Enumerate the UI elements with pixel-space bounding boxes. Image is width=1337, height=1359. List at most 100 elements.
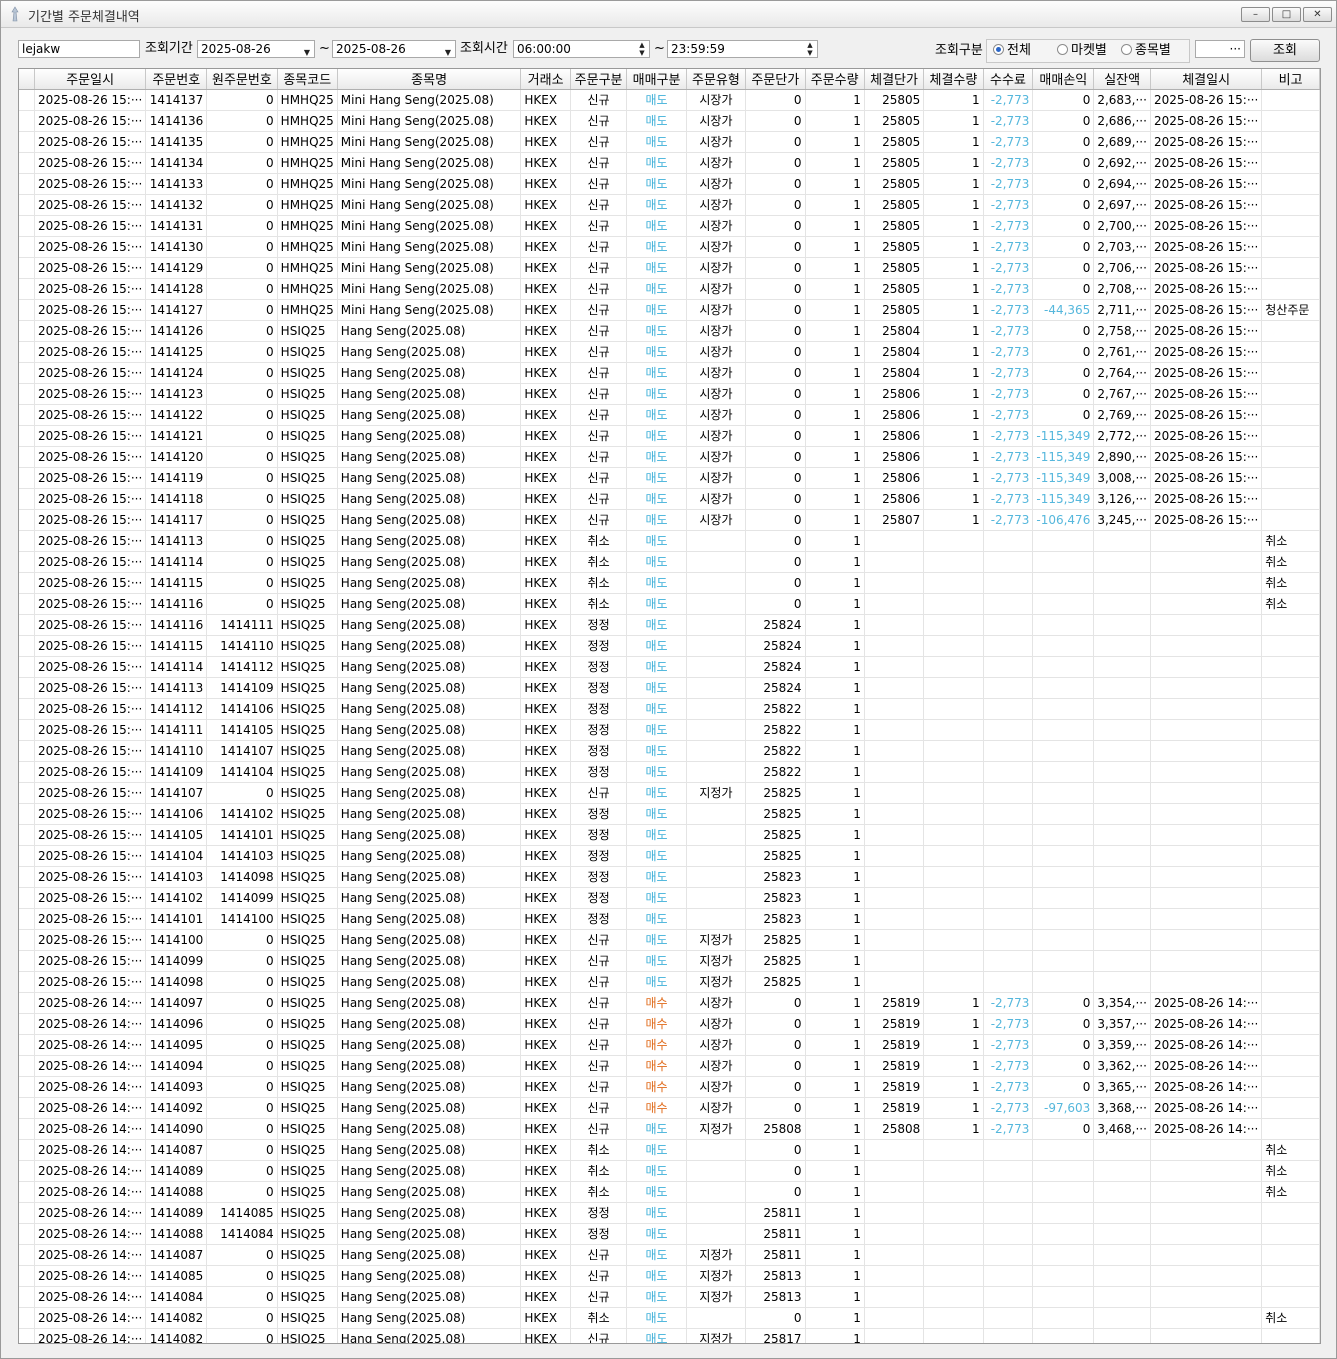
close-button[interactable]: ✕	[1303, 7, 1332, 22]
table-row[interactable]: 2025-08-26 15:··· 1414102 1414099 HSIQ25 Han…	[19, 887, 1320, 909]
row-selector[interactable]	[19, 719, 35, 741]
spin-arrows-icon[interactable]: ▲ ▼	[805, 41, 815, 57]
table-row[interactable]: 2025-08-26 15:··· 1414127 0 HMHQ25 Mini Hang…	[19, 299, 1320, 321]
row-selector[interactable]	[19, 1286, 35, 1308]
account-input[interactable]: lejakw	[18, 40, 140, 58]
row-selector[interactable]	[19, 929, 35, 951]
table-row[interactable]: 2025-08-26 15:··· 1414115 0 HSIQ25 Hang Seng…	[19, 572, 1320, 594]
table-row[interactable]: 2025-08-26 15:··· 1414124 0 HSIQ25 Hang Seng…	[19, 362, 1320, 384]
row-selector[interactable]	[19, 257, 35, 279]
table-row[interactable]: 2025-08-26 15:··· 1414107 0 HSIQ25 Hang Seng…	[19, 782, 1320, 804]
table-row[interactable]: 2025-08-26 15:··· 1414100 0 HSIQ25 Hang Seng…	[19, 929, 1320, 951]
row-selector[interactable]	[19, 1097, 35, 1119]
table-row[interactable]: 2025-08-26 14:··· 1414092 0 HSIQ25 Hang Seng…	[19, 1097, 1320, 1119]
row-selector[interactable]	[19, 383, 35, 405]
row-selector[interactable]	[19, 446, 35, 468]
row-selector[interactable]	[19, 488, 35, 510]
row-selector[interactable]	[19, 131, 35, 153]
table-row[interactable]: 2025-08-26 14:··· 1414093 0 HSIQ25 Hang Seng…	[19, 1076, 1320, 1098]
table-row[interactable]: 2025-08-26 14:··· 1414096 0 HSIQ25 Hang Seng…	[19, 1013, 1320, 1035]
row-selector[interactable]	[19, 656, 35, 678]
column-header[interactable]: 주문구분	[570, 69, 628, 90]
table-row[interactable]: 2025-08-26 15:··· 1414109 1414104 HSIQ25 Han…	[19, 761, 1320, 783]
table-row[interactable]: 2025-08-26 15:··· 1414117 0 HSIQ25 Hang Seng…	[19, 509, 1320, 531]
table-row[interactable]: 2025-08-26 14:··· 1414088 1414084 HSIQ25 Han…	[19, 1223, 1320, 1245]
column-header[interactable]: 종목코드	[277, 69, 338, 90]
table-row[interactable]: 2025-08-26 15:··· 1414110 1414107 HSIQ25 Han…	[19, 740, 1320, 762]
row-selector[interactable]	[19, 1244, 35, 1266]
table-row[interactable]: 2025-08-26 15:··· 1414104 1414103 HSIQ25 Han…	[19, 845, 1320, 867]
column-header[interactable]: 거래소	[520, 69, 571, 90]
row-selector[interactable]	[19, 320, 35, 342]
table-row[interactable]: 2025-08-26 15:··· 1414119 0 HSIQ25 Hang Seng…	[19, 467, 1320, 489]
row-selector[interactable]	[19, 362, 35, 384]
radio-market[interactable]: 마켓별	[1057, 44, 1107, 58]
table-row[interactable]: 2025-08-26 15:··· 1414114 0 HSIQ25 Hang Seng…	[19, 551, 1320, 573]
radio-symbol[interactable]: 종목별	[1121, 44, 1171, 58]
row-selector[interactable]	[19, 299, 35, 321]
table-row[interactable]: 2025-08-26 14:··· 1414082 0 HSIQ25 Hang Seng…	[19, 1328, 1320, 1343]
row-selector[interactable]	[19, 1139, 35, 1161]
row-selector[interactable]	[19, 1076, 35, 1098]
column-header[interactable]: 비고	[1261, 69, 1320, 90]
table-row[interactable]: 2025-08-26 15:··· 1414120 0 HSIQ25 Hang Seng…	[19, 446, 1320, 468]
table-row[interactable]: 2025-08-26 15:··· 1414123 0 HSIQ25 Hang Seng…	[19, 383, 1320, 405]
table-row[interactable]: 2025-08-26 15:··· 1414099 0 HSIQ25 Hang Seng…	[19, 950, 1320, 972]
row-selector[interactable]	[19, 278, 35, 300]
table-row[interactable]: 2025-08-26 14:··· 1414087 0 HSIQ25 Hang Seng…	[19, 1244, 1320, 1266]
column-header[interactable]: 체결일시	[1150, 69, 1263, 90]
row-selector[interactable]	[19, 614, 35, 636]
table-row[interactable]: 2025-08-26 15:··· 1414113 1414109 HSIQ25 Han…	[19, 677, 1320, 699]
row-selector[interactable]	[19, 698, 35, 720]
row-selector[interactable]	[19, 404, 35, 426]
table-row[interactable]: 2025-08-26 15:··· 1414115 1414110 HSIQ25 Han…	[19, 635, 1320, 657]
row-selector[interactable]	[19, 467, 35, 489]
row-selector[interactable]	[19, 950, 35, 972]
table-row[interactable]: 2025-08-26 15:··· 1414121 0 HSIQ25 Hang Seng…	[19, 425, 1320, 447]
column-header[interactable]: 수수료	[983, 69, 1034, 90]
date-to-dropdown[interactable]: 2025-08-26 ▼	[332, 40, 456, 58]
row-selector[interactable]	[19, 1202, 35, 1224]
row-selector[interactable]	[19, 761, 35, 783]
table-row[interactable]: 2025-08-26 15:··· 1414111 1414105 HSIQ25 Han…	[19, 719, 1320, 741]
table-row[interactable]: 2025-08-26 15:··· 1414103 1414098 HSIQ25 Han…	[19, 866, 1320, 888]
row-selector[interactable]	[19, 110, 35, 132]
table-row[interactable]: 2025-08-26 14:··· 1414089 1414085 HSIQ25 Han…	[19, 1202, 1320, 1224]
table-row[interactable]: 2025-08-26 15:··· 1414101 1414100 HSIQ25 Han…	[19, 908, 1320, 930]
table-row[interactable]: 2025-08-26 14:··· 1414082 0 HSIQ25 Hang Seng…	[19, 1307, 1320, 1329]
column-header[interactable]: 매매구분	[626, 69, 687, 90]
table-row[interactable]: 2025-08-26 15:··· 1414135 0 HMHQ25 Mini Hang…	[19, 131, 1320, 153]
table-row[interactable]: 2025-08-26 15:··· 1414132 0 HMHQ25 Mini Hang…	[19, 194, 1320, 216]
row-selector[interactable]	[19, 173, 35, 195]
row-selector[interactable]	[19, 509, 35, 531]
row-selector[interactable]	[19, 887, 35, 909]
row-selector[interactable]	[19, 1223, 35, 1245]
radio-all[interactable]: 전체	[993, 44, 1031, 58]
row-selector[interactable]	[19, 551, 35, 573]
table-row[interactable]: 2025-08-26 15:··· 1414118 0 HSIQ25 Hang Seng…	[19, 488, 1320, 510]
column-header[interactable]: 주문유형	[686, 69, 747, 90]
table-row[interactable]: 2025-08-26 15:··· 1414133 0 HMHQ25 Mini Hang…	[19, 173, 1320, 195]
time-to-stepper[interactable]: 23:59:59 ▲ ▼	[667, 40, 818, 58]
query-button[interactable]: 조회	[1250, 39, 1320, 62]
column-header[interactable]: 체결수량	[923, 69, 984, 90]
table-row[interactable]: 2025-08-26 14:··· 1414089 0 HSIQ25 Hang Seng…	[19, 1160, 1320, 1182]
symbol-picker-button[interactable]: ···	[1195, 40, 1245, 58]
row-selector[interactable]	[19, 1118, 35, 1140]
row-selector[interactable]	[19, 530, 35, 552]
table-row[interactable]: 2025-08-26 15:··· 1414126 0 HSIQ25 Hang Seng…	[19, 320, 1320, 342]
row-selector[interactable]	[19, 1328, 35, 1343]
table-row[interactable]: 2025-08-26 15:··· 1414131 0 HMHQ25 Mini Hang…	[19, 215, 1320, 237]
column-header[interactable]: 주문일시	[34, 69, 147, 90]
table-row[interactable]: 2025-08-26 15:··· 1414105 1414101 HSIQ25 Han…	[19, 824, 1320, 846]
table-row[interactable]: 2025-08-26 14:··· 1414088 0 HSIQ25 Hang Seng…	[19, 1181, 1320, 1203]
column-header[interactable]: 종목명	[337, 69, 522, 90]
table-row[interactable]: 2025-08-26 15:··· 1414106 1414102 HSIQ25 Han…	[19, 803, 1320, 825]
row-selector[interactable]	[19, 1160, 35, 1182]
column-header[interactable]: 실잔액	[1093, 69, 1151, 90]
table-row[interactable]: 2025-08-26 14:··· 1414085 0 HSIQ25 Hang Seng…	[19, 1265, 1320, 1287]
row-selector[interactable]	[19, 152, 35, 174]
row-selector[interactable]	[19, 824, 35, 846]
row-selector[interactable]	[19, 236, 35, 258]
column-header[interactable]: 주문단가	[745, 69, 806, 90]
